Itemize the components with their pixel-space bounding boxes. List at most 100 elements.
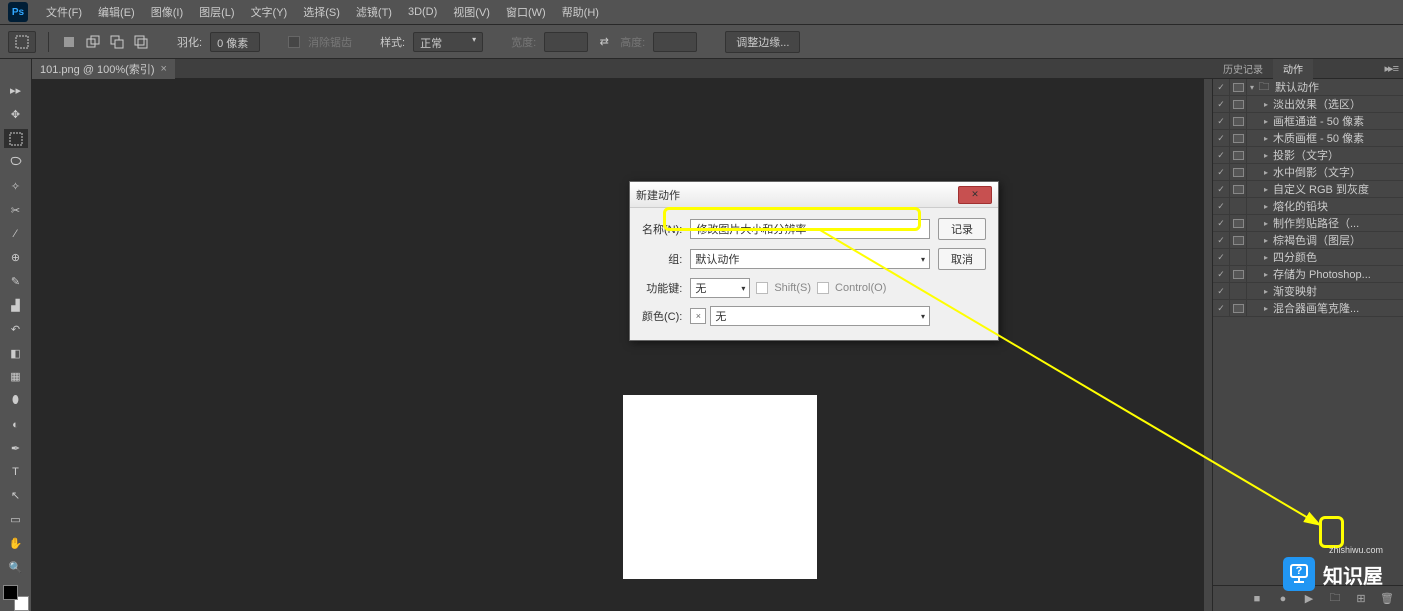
- style-select[interactable]: 正常 ▾: [413, 32, 483, 52]
- check-icon[interactable]: ✓: [1213, 130, 1230, 147]
- menu-edit[interactable]: 编辑(E): [90, 0, 143, 24]
- action-row[interactable]: ✓▸自定义 RGB 到灰度: [1213, 181, 1403, 198]
- toggle-dialog-icon[interactable]: [1230, 164, 1247, 181]
- new-selection-icon[interactable]: [61, 34, 77, 50]
- toggle-dialog-icon[interactable]: [1230, 266, 1247, 283]
- close-tab-icon[interactable]: ×: [161, 63, 167, 75]
- toggle-dialog-icon[interactable]: [1230, 130, 1247, 147]
- history-brush-tool[interactable]: ↶: [4, 319, 28, 339]
- toggle-dialog-icon[interactable]: [1230, 300, 1247, 317]
- move-tool[interactable]: ✥: [4, 105, 28, 125]
- toggle-dialog-icon[interactable]: [1230, 215, 1247, 232]
- lasso-tool[interactable]: [4, 152, 28, 172]
- menu-type[interactable]: 文字(Y): [243, 0, 296, 24]
- name-input[interactable]: [690, 219, 930, 239]
- record-button[interactable]: ●: [1275, 591, 1291, 607]
- expand-icon[interactable]: ▸: [1261, 219, 1271, 228]
- check-icon[interactable]: ✓: [1213, 249, 1230, 266]
- check-icon[interactable]: ✓: [1213, 232, 1230, 249]
- marquee-tool[interactable]: [4, 129, 28, 149]
- new-action-button[interactable]: ⊞: [1353, 591, 1369, 607]
- menu-select[interactable]: 选择(S): [295, 0, 348, 24]
- brush-tool[interactable]: ✎: [4, 272, 28, 292]
- check-icon[interactable]: ✓: [1213, 300, 1230, 317]
- blur-tool[interactable]: ⬮: [4, 391, 28, 411]
- expand-icon[interactable]: ▸: [1261, 134, 1271, 143]
- panel-dock-strip[interactable]: [1203, 79, 1213, 611]
- expand-icon[interactable]: ▸: [1261, 270, 1271, 279]
- set-select[interactable]: 默认动作▾: [690, 249, 930, 269]
- tab-history[interactable]: 历史记录: [1213, 59, 1273, 79]
- delete-button[interactable]: 🗑: [1379, 591, 1395, 607]
- play-button[interactable]: ▶: [1301, 591, 1317, 607]
- dodge-tool[interactable]: ◐: [4, 415, 28, 435]
- action-row[interactable]: ✓▸投影（文字）: [1213, 147, 1403, 164]
- add-selection-icon[interactable]: [85, 34, 101, 50]
- action-row[interactable]: ✓▸四分颜色: [1213, 249, 1403, 266]
- action-row[interactable]: ✓▸木质画框 - 50 像素: [1213, 130, 1403, 147]
- toggle-dialog-icon[interactable]: [1230, 249, 1247, 266]
- expand-icon[interactable]: ▸: [1261, 117, 1271, 126]
- path-tool[interactable]: ↖: [4, 486, 28, 506]
- toggle-dialog-icon[interactable]: [1230, 232, 1247, 249]
- actions-list[interactable]: ✓ ▾ 🗀 默认动作 ✓▸淡出效果（选区）✓▸画框通道 - 50 像素✓▸木质画…: [1213, 79, 1403, 611]
- expand-icon[interactable]: ▸: [1261, 236, 1271, 245]
- toggle-dialog-icon[interactable]: [1230, 79, 1247, 96]
- expand-icon[interactable]: ▾: [1247, 83, 1257, 92]
- document-canvas[interactable]: [623, 395, 817, 579]
- expand-icon[interactable]: ▸: [1261, 151, 1271, 160]
- panel-menu-icon[interactable]: ▸▸ ≡: [1378, 62, 1403, 75]
- expand-icon[interactable]: ▸: [1261, 185, 1271, 194]
- collapse-icon[interactable]: ▸▸: [4, 81, 28, 101]
- fkey-select[interactable]: 无▾: [690, 278, 750, 298]
- refine-edge-button[interactable]: 调整边缘...: [725, 31, 800, 53]
- expand-icon[interactable]: ▸: [1261, 100, 1271, 109]
- tab-actions[interactable]: 动作: [1273, 59, 1313, 79]
- action-set-row[interactable]: ✓ ▾ 🗀 默认动作: [1213, 79, 1403, 96]
- foreground-color[interactable]: [3, 585, 18, 600]
- menu-layer[interactable]: 图层(L): [191, 0, 242, 24]
- menu-3d[interactable]: 3D(D): [400, 2, 445, 22]
- action-row[interactable]: ✓▸画框通道 - 50 像素: [1213, 113, 1403, 130]
- check-icon[interactable]: ✓: [1213, 215, 1230, 232]
- action-row[interactable]: ✓▸混合器画笔克隆...: [1213, 300, 1403, 317]
- cancel-button[interactable]: 取消: [938, 248, 986, 270]
- eyedropper-tool[interactable]: ⁄: [4, 224, 28, 244]
- check-icon[interactable]: ✓: [1213, 147, 1230, 164]
- expand-icon[interactable]: ▸: [1261, 253, 1271, 262]
- expand-icon[interactable]: ▸: [1261, 287, 1271, 296]
- expand-icon[interactable]: ▸: [1261, 304, 1271, 313]
- toggle-dialog-icon[interactable]: [1230, 147, 1247, 164]
- action-row[interactable]: ✓▸淡出效果（选区）: [1213, 96, 1403, 113]
- toggle-dialog-icon[interactable]: [1230, 283, 1247, 300]
- type-tool[interactable]: T: [4, 462, 28, 482]
- gradient-tool[interactable]: ▦: [4, 367, 28, 387]
- marquee-tool-icon[interactable]: [8, 31, 36, 53]
- pen-tool[interactable]: ✒: [4, 438, 28, 458]
- check-icon[interactable]: ✓: [1213, 283, 1230, 300]
- crop-tool[interactable]: ✂: [4, 200, 28, 220]
- record-button[interactable]: 记录: [938, 218, 986, 240]
- menu-view[interactable]: 视图(V): [445, 0, 498, 24]
- toggle-dialog-icon[interactable]: [1230, 113, 1247, 130]
- wand-tool[interactable]: ✧: [4, 176, 28, 196]
- color-swatches[interactable]: [3, 585, 29, 611]
- toggle-dialog-icon[interactable]: [1230, 96, 1247, 113]
- stamp-tool[interactable]: ▟: [4, 295, 28, 315]
- check-icon[interactable]: ✓: [1213, 79, 1230, 96]
- document-tab[interactable]: 101.png @ 100%(索引) ×: [32, 59, 175, 79]
- action-row[interactable]: ✓▸存储为 Photoshop...: [1213, 266, 1403, 283]
- color-select[interactable]: 无▾: [710, 306, 930, 326]
- stop-button[interactable]: ■: [1249, 591, 1265, 607]
- expand-icon[interactable]: ▸: [1261, 202, 1271, 211]
- zoom-tool[interactable]: 🔍: [4, 558, 28, 578]
- toggle-dialog-icon[interactable]: [1230, 181, 1247, 198]
- feather-input[interactable]: 0 像素: [210, 32, 260, 52]
- hand-tool[interactable]: ✋: [4, 534, 28, 554]
- canvas-area[interactable]: [32, 79, 1203, 611]
- check-icon[interactable]: ✓: [1213, 113, 1230, 130]
- eraser-tool[interactable]: ◧: [4, 343, 28, 363]
- check-icon[interactable]: ✓: [1213, 164, 1230, 181]
- menu-window[interactable]: 窗口(W): [498, 0, 554, 24]
- menu-filter[interactable]: 滤镜(T): [348, 0, 400, 24]
